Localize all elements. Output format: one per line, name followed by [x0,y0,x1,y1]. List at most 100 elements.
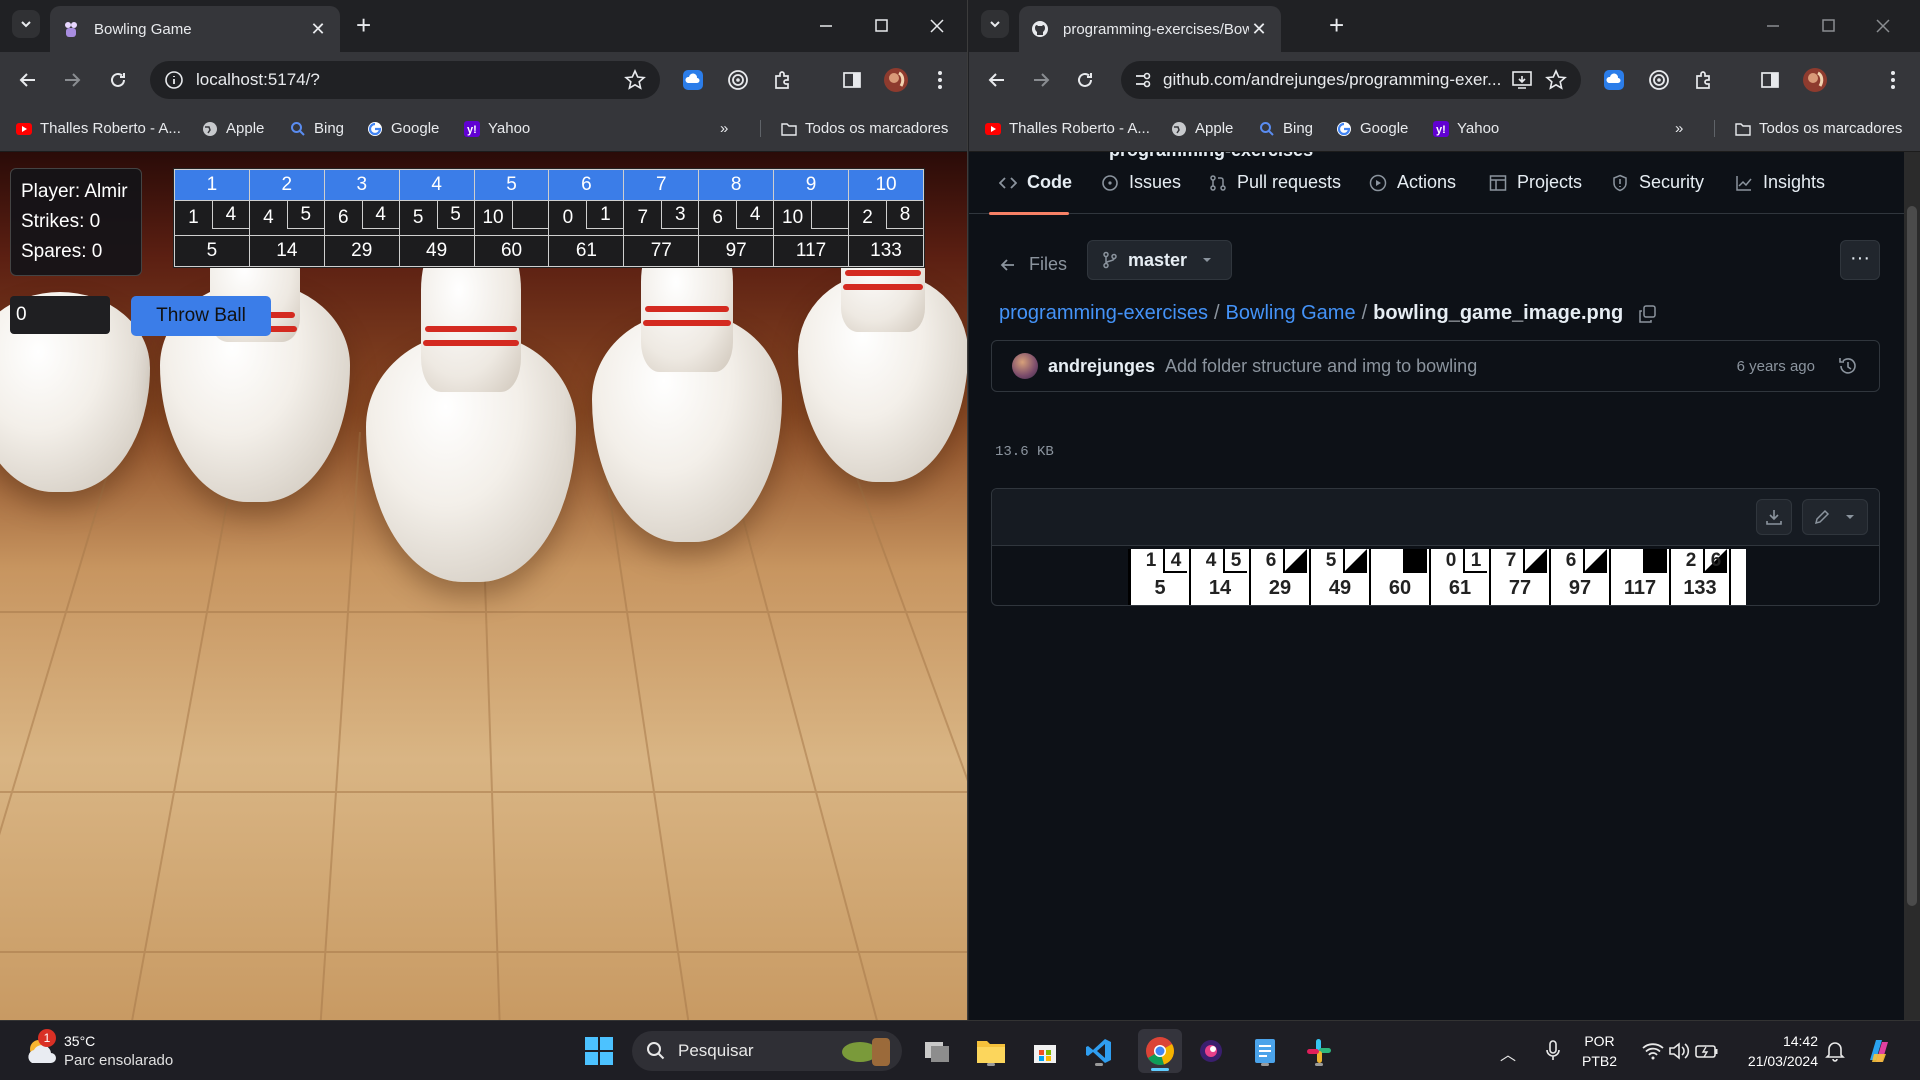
google-icon [1337,121,1351,136]
star-icon[interactable] [624,69,646,91]
bookmark-youtube[interactable]: Thalles Roberto - A... [16,120,181,137]
tab-pull-requests[interactable]: Pull requests [1209,172,1341,193]
bookmark-bing[interactable]: Bing [290,120,344,137]
address-bar[interactable]: github.com/andrejunges/programming-exer.… [1121,61,1581,99]
copy-icon[interactable] [1637,304,1657,324]
reload-button[interactable] [104,66,132,94]
files-toggle[interactable]: Files [999,254,1067,275]
commit-author[interactable]: andrejunges [1048,356,1155,377]
maximize-button[interactable] [1813,12,1843,40]
tab-issues[interactable]: Issues [1101,172,1181,193]
target-extension-icon[interactable] [1645,66,1673,94]
page-scrollbar[interactable] [1904,152,1920,1020]
extensions-puzzle-icon[interactable] [769,66,797,94]
tab-search-button[interactable] [12,10,40,38]
cloud-extension-icon[interactable] [1600,66,1628,94]
weather-text[interactable]: 35°C Parc ensolarado [64,1031,173,1071]
install-app-icon[interactable] [1511,69,1533,91]
weather-widget[interactable]: 1 [22,1029,62,1069]
reload-button[interactable] [1071,66,1099,94]
bookmark-bing[interactable]: Bing [1259,120,1313,137]
extensions-puzzle-icon[interactable] [1690,66,1718,94]
copilot-icon[interactable] [1862,1034,1896,1068]
forward-button[interactable] [1027,66,1055,94]
forward-button[interactable] [58,66,86,94]
menu-kebab-icon[interactable] [926,66,954,94]
start-button[interactable] [582,1034,616,1068]
bookmark-yahoo[interactable]: y! Yahoo [1433,120,1499,137]
notepad-app[interactable] [1248,1034,1282,1068]
breadcrumb-repo-link[interactable]: programming-exercises [999,302,1208,325]
target-extension-icon[interactable] [724,66,752,94]
back-button[interactable] [14,66,42,94]
pins-input[interactable] [10,296,110,334]
cloud-extension-icon[interactable] [679,66,707,94]
chrome-app[interactable] [1138,1029,1182,1073]
tab-bowling-game[interactable]: Bowling Game ✕ [50,6,340,52]
more-bookmarks-chevron-icon[interactable]: » [1675,120,1683,137]
slack-app[interactable] [1302,1034,1336,1068]
back-button[interactable] [983,66,1011,94]
bookmark-apple[interactable]: Apple [202,120,264,137]
roll-2: 8 [886,201,923,229]
throw-ball-button[interactable]: Throw Ball [131,296,271,336]
input-language[interactable]: POR PTB2 [1582,1031,1617,1071]
side-panel-icon[interactable] [1756,66,1784,94]
branch-selector[interactable]: master [1087,240,1232,280]
new-tab-button[interactable]: + [356,12,371,38]
microsoft-store-app[interactable] [1028,1034,1062,1068]
author-avatar[interactable] [1012,353,1038,379]
roll-1: 4 [263,207,274,228]
microphone-icon[interactable] [1536,1034,1570,1068]
close-window-button[interactable] [922,12,952,40]
more-options-button[interactable]: ··· [1840,240,1880,280]
side-panel-icon[interactable] [838,66,866,94]
media-app[interactable] [1194,1034,1228,1068]
profile-avatar[interactable] [1801,66,1829,94]
close-window-button[interactable] [1868,12,1898,40]
tab-security[interactable]: Security [1611,172,1704,193]
media-app-icon [1200,1040,1222,1062]
commit-message[interactable]: Add folder structure and img to bowling [1165,356,1737,377]
battery-icon[interactable] [1690,1034,1724,1068]
breadcrumb-folder-link[interactable]: Bowling Game [1226,302,1356,325]
star-icon[interactable] [1545,69,1567,91]
more-bookmarks-chevron-icon[interactable]: » [720,120,728,137]
bookmark-youtube[interactable]: Thalles Roberto - A... [985,120,1150,137]
tab-actions[interactable]: Actions [1369,172,1456,193]
minimize-button[interactable] [1758,12,1788,40]
tab-title: programming-exercises/Bowlin [1063,20,1249,38]
task-view-button[interactable] [920,1034,954,1068]
bookmark-google[interactable]: Google [367,120,439,137]
all-bookmarks-folder[interactable]: Todos os marcadores [1714,120,1902,137]
tab-search-button[interactable] [981,10,1009,38]
tab-github[interactable]: programming-exercises/Bowlin ✕ [1019,6,1281,52]
minimize-button[interactable] [811,12,841,40]
taskbar-search[interactable]: Pesquisar [632,1031,902,1071]
download-button[interactable] [1756,499,1792,535]
maximize-button[interactable] [866,12,896,40]
bookmark-google[interactable]: Google [1336,120,1408,137]
menu-kebab-icon[interactable] [1879,66,1907,94]
address-bar[interactable]: localhost:5174/? [150,61,660,99]
edit-button[interactable] [1802,499,1868,535]
profile-avatar[interactable] [882,66,910,94]
tab-close-icon[interactable]: ✕ [308,19,328,40]
tab-close-icon[interactable]: ✕ [1249,19,1269,40]
new-tab-button[interactable]: + [1329,12,1344,38]
all-bookmarks-folder[interactable]: Todos os marcadores [760,120,948,137]
tab-insights[interactable]: Insights [1735,172,1825,193]
notifications-bell-icon[interactable] [1818,1034,1852,1068]
show-hidden-icons-chevron-icon[interactable]: ︿ [1500,1041,1516,1065]
vscode-app[interactable] [1082,1034,1116,1068]
history-icon[interactable] [1837,355,1859,377]
tab-projects[interactable]: Projects [1489,172,1582,193]
bookmark-apple[interactable]: Apple [1171,120,1233,137]
scrollbar-thumb[interactable] [1907,206,1917,906]
system-clock[interactable]: 14:42 21/03/2024 [1728,1031,1818,1071]
vscode-icon [1086,1039,1111,1063]
file-explorer-app[interactable] [974,1034,1008,1068]
running-indicator [1095,1063,1103,1066]
bookmark-yahoo[interactable]: y! Yahoo [464,120,530,137]
tab-code[interactable]: Code [999,172,1072,193]
